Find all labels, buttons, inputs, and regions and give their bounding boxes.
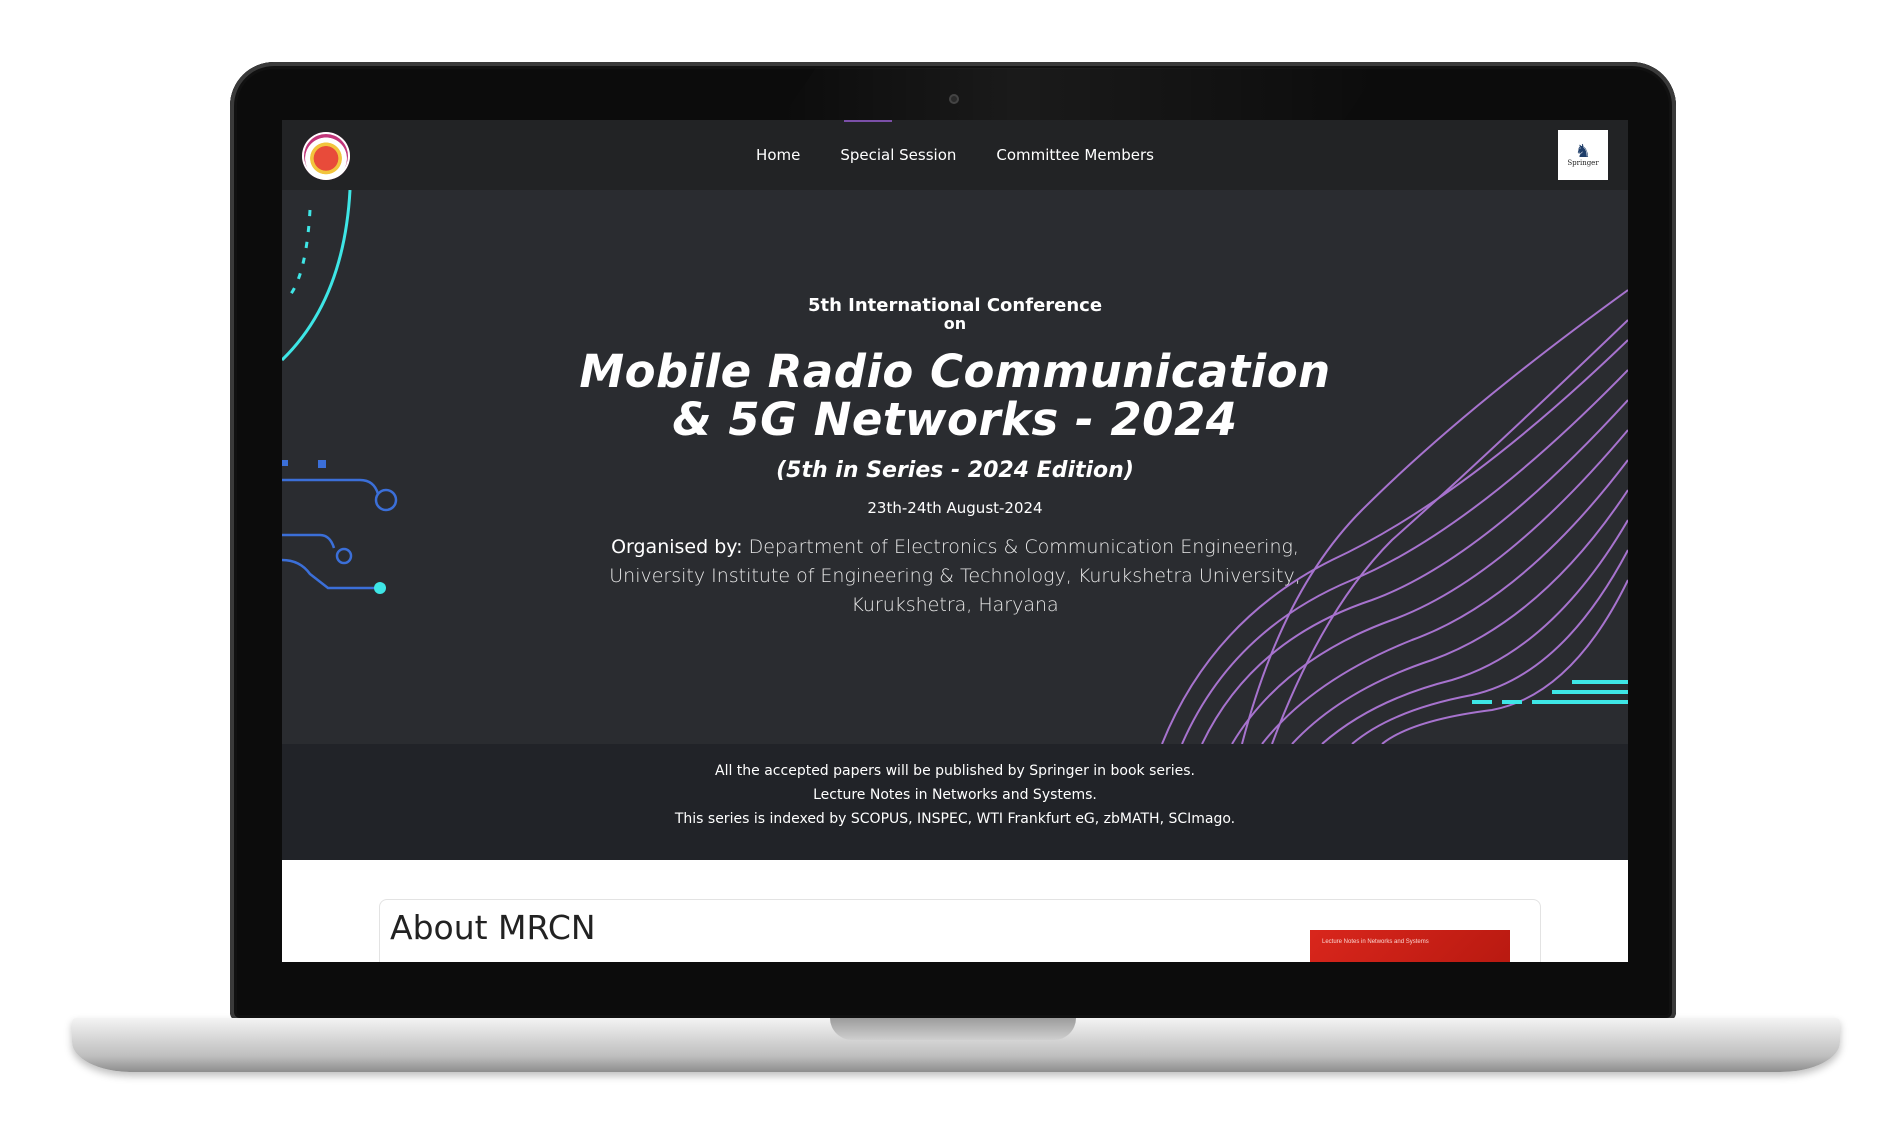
nav-home-link[interactable]: Home [756,146,800,164]
publication-line-1: All the accepted papers will be publishe… [715,763,1195,779]
conference-dates: 23th-24th August-2024 [867,499,1043,517]
nav-active-indicator [844,120,892,122]
book-cover-image: Lecture Notes in Networks and Systems [1310,930,1510,962]
organised-by-label: Organised by: [611,536,743,558]
conference-edition: (5th in Series - 2024 Edition) [776,458,1134,483]
navbar: Home Special Session Committee Members ♞… [282,120,1628,190]
laptop-base-notch [830,1018,1076,1040]
screen: Home Special Session Committee Members ♞… [282,120,1628,962]
conference-on-text: on [943,314,967,333]
webcam-icon [949,94,959,104]
university-logo-icon[interactable] [302,132,350,180]
conference-title-line1: Mobile Radio Communication [579,345,1331,398]
springer-logo[interactable]: ♞ Springer [1558,130,1608,180]
hero-content: 5th International Conference on Mobile R… [282,296,1628,620]
cyan-dashed-arc-decor [284,209,312,302]
publication-line-3: This series is indexed by SCOPUS, INSPEC… [674,811,1236,827]
springer-logo-text: Springer [1567,159,1599,167]
nav-links: Home Special Session Committee Members [756,146,1154,164]
nav-committee-members-link[interactable]: Committee Members [996,146,1154,164]
hero-section: 5th International Conference on Mobile R… [282,190,1628,744]
publication-info-band: All the accepted papers will be publishe… [282,744,1628,860]
about-title: About MRCN [390,908,596,947]
book-cover-text: Lecture Notes in Networks and Systems [1322,939,1429,945]
springer-horse-icon: ♞ [1574,141,1592,161]
organised-by: Organised by: Department of Electronics … [605,533,1305,620]
conference-pretitle: 5th International Conference [807,295,1103,316]
about-card: About MRCN Lecture Notes in Networks and… [379,899,1541,962]
publication-line-2: Lecture Notes in Networks and Systems. [813,787,1097,803]
conference-title-line2: & 5G Networks - 2024 [672,393,1238,446]
cyan-dashes-decor [1472,680,1628,704]
nav-special-session-link[interactable]: Special Session [840,146,956,164]
conference-title: Mobile Radio Communication & 5G Networks… [282,348,1628,444]
lid-glare [780,68,1380,120]
